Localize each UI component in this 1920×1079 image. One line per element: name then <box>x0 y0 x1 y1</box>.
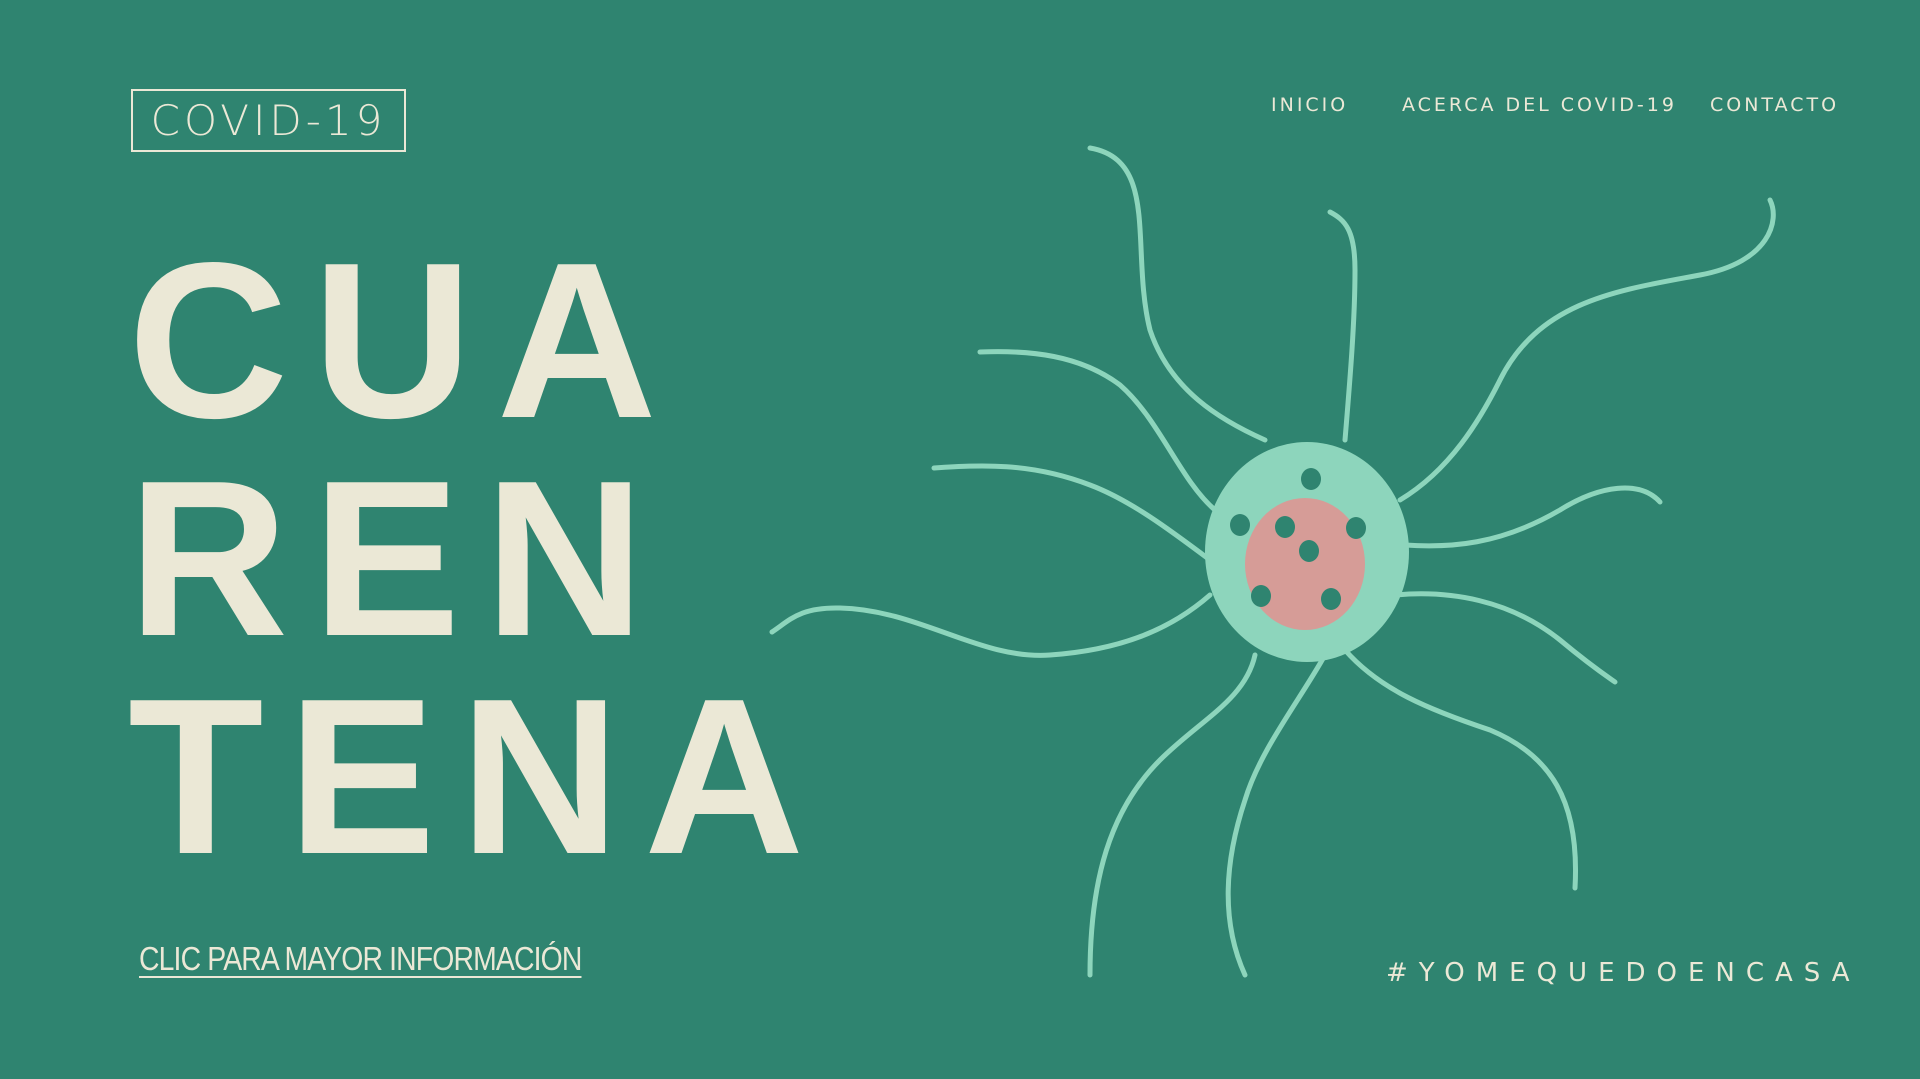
virus-body <box>1205 442 1409 662</box>
tentacle-3 <box>1397 197 1776 503</box>
virus-dot-7 <box>1321 588 1341 610</box>
virus-dot-4 <box>1346 517 1366 539</box>
nav-link-inicio[interactable]: INICIO <box>1271 94 1348 116</box>
tentacle-1 <box>1087 145 1268 443</box>
headline-line-1: CUA <box>128 217 681 465</box>
landing-page: COVID-19 INICIO ACERCA DEL COVID-19 CONT… <box>0 0 1920 1079</box>
tentacle-8 <box>1087 652 1258 978</box>
tentacle-4 <box>1402 485 1663 549</box>
virus-nucleus <box>1245 498 1365 630</box>
virus-dot-5 <box>1299 540 1319 562</box>
tentacle-7 <box>1225 652 1328 978</box>
tentacle-5 <box>1392 591 1618 685</box>
tentacle-11 <box>977 349 1218 513</box>
virus-tentacles <box>769 145 1776 978</box>
tentacle-10 <box>931 463 1213 563</box>
headline-line-3: TENA <box>128 653 829 901</box>
nav-link-acerca-del-covid[interactable]: ACERCA DEL COVID-19 <box>1402 94 1677 116</box>
virus-dot-2 <box>1230 514 1250 536</box>
virus-dot-1 <box>1301 468 1321 490</box>
virus-dot-6 <box>1251 585 1271 607</box>
hero-headline: CUA REN TENA <box>128 217 829 901</box>
headline-line-2: REN <box>128 435 669 683</box>
tentacle-9 <box>769 592 1213 658</box>
hashtag-text: #YOMEQUEDOENCASA <box>1386 958 1861 988</box>
tentacle-2 <box>1327 209 1358 443</box>
virus-dots <box>1230 468 1366 610</box>
nav-link-contacto[interactable]: CONTACTO <box>1710 94 1839 116</box>
more-info-link[interactable]: CLIC PARA MAYOR INFORMACIÓN <box>139 940 582 978</box>
tentacle-6 <box>1342 647 1579 891</box>
virus-dot-3 <box>1275 516 1295 538</box>
main-navigation: INICIO ACERCA DEL COVID-19 CONTACTO <box>0 94 1920 124</box>
